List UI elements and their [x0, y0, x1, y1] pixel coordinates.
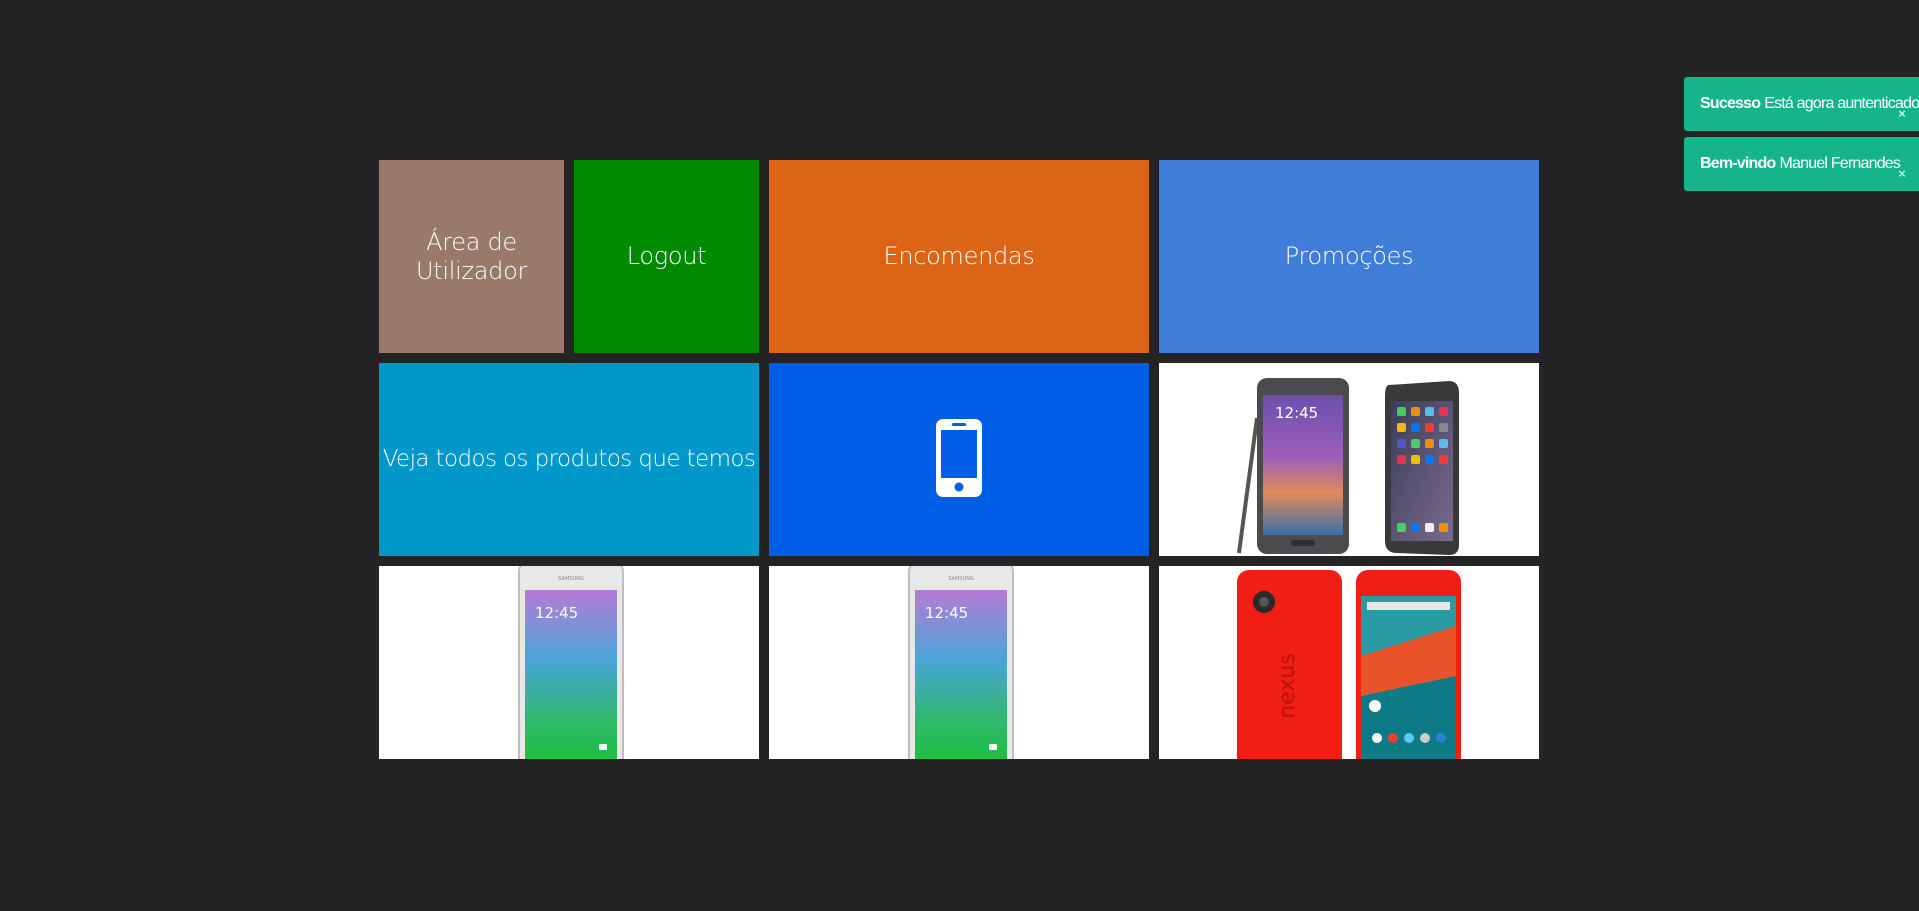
- galaxy-alpha-photo-1[interactable]: 12:45 SAMSUNG: [379, 566, 759, 759]
- alpha1-brand: SAMSUNG: [558, 576, 584, 582]
- all-products-tile[interactable]: Veja todos os produtos que temos: [379, 363, 759, 556]
- success-notification-message: Está agora auntenticado!: [1764, 95, 1919, 112]
- promotions-label: Promoções: [1284, 242, 1414, 270]
- close-icon[interactable]: ×: [1898, 106, 1906, 121]
- promotions-tile[interactable]: Promoções: [1159, 160, 1539, 353]
- alpha1-clock: 12:45: [535, 604, 578, 622]
- galaxy-note-iphone-photo[interactable]: 12:45: [1159, 363, 1539, 556]
- close-icon[interactable]: ×: [1898, 166, 1906, 181]
- logout-tile[interactable]: Logout: [574, 160, 759, 353]
- alpha2-brand: SAMSUNG: [948, 576, 974, 582]
- success-notification: Sucesso Está agora auntenticado! ×: [1684, 77, 1919, 131]
- nexus-brand: nexus: [1275, 653, 1300, 719]
- success-notification-title: Sucesso: [1700, 95, 1761, 112]
- logout-label: Logout: [626, 242, 707, 270]
- nexus-5-photo[interactable]: nexus: [1159, 566, 1539, 759]
- welcome-notification-message: Manuel Fernandes: [1779, 155, 1901, 172]
- user-area-tile[interactable]: Área de Utilizador: [379, 160, 564, 353]
- galaxy-alpha-photo-2[interactable]: 12:45 SAMSUNG: [769, 566, 1149, 759]
- all-products-label: Veja todos os produtos que temos: [382, 446, 756, 472]
- welcome-notification: Bem-vindo Manuel Fernandes ×: [1684, 137, 1919, 191]
- phones-tile[interactable]: [769, 363, 1149, 556]
- welcome-notification-title: Bem-vindo: [1700, 155, 1776, 172]
- orders-tile[interactable]: Encomendas: [769, 160, 1149, 353]
- smartphone-icon: [935, 418, 983, 502]
- note-clock: 12:45: [1275, 404, 1318, 422]
- orders-label: Encomendas: [883, 242, 1035, 270]
- alpha2-clock: 12:45: [925, 604, 968, 622]
- page: Área de Utilizador Logout Encomendas Pro…: [0, 0, 1919, 911]
- user-area-label: Área de Utilizador: [415, 227, 528, 285]
